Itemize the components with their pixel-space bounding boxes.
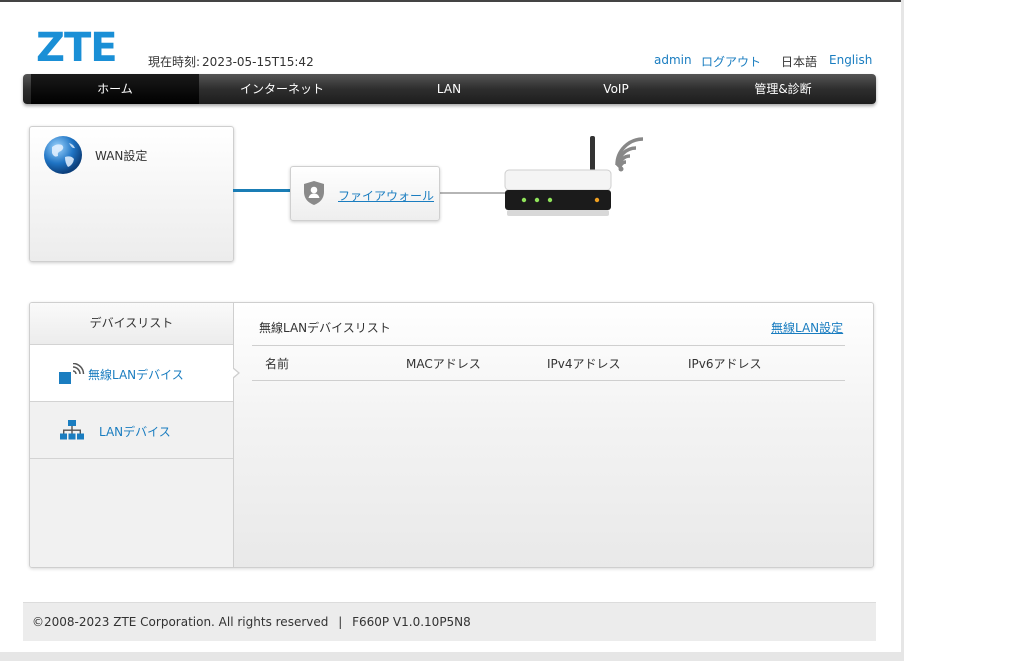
device-list-sidebar: デバイスリスト 無線LANデバイス LANデバイス <box>30 303 234 567</box>
device-list-panel: デバイスリスト 無線LANデバイス LANデバイス 無線LANデバイスリスト 無… <box>29 302 874 568</box>
router-connection-line <box>439 192 507 194</box>
current-time-label: 現在時刻: <box>148 55 201 69</box>
table-header-border <box>252 380 845 381</box>
lang-english-link[interactable]: English <box>829 53 872 67</box>
page-frame: ZTE 現在時刻: 2023-05-15T15:42 admin ログアウト 日本… <box>0 0 901 654</box>
wlan-device-list-title: 無線LANデバイスリスト <box>259 321 391 335</box>
device-list-heading: デバイスリスト <box>30 303 233 345</box>
nav-lan[interactable]: LAN <box>365 74 533 104</box>
nav-management[interactable]: 管理&診断 <box>699 74 867 104</box>
table-top-border <box>252 345 845 346</box>
sidebar-item-lan-devices[interactable]: LANデバイス <box>30 402 233 459</box>
lang-japanese[interactable]: 日本語 <box>781 53 817 70</box>
wan-connection-line <box>233 189 290 192</box>
footer-separator: | <box>338 615 343 629</box>
sidebar-item-wlan-devices[interactable]: 無線LANデバイス <box>30 345 233 402</box>
col-header-ipv4: IPv4アドレス <box>547 357 621 371</box>
footer-version: F660P V1.0.10P5N8 <box>352 615 471 629</box>
firewall-box: ファイアウォール <box>290 166 440 221</box>
footer: ©2008-2023 ZTE Corporation. All rights r… <box>23 602 876 641</box>
firewall-link[interactable]: ファイアウォール <box>338 187 434 204</box>
nav-internet[interactable]: インターネット <box>199 74 365 104</box>
username-link[interactable]: admin <box>654 53 692 67</box>
col-header-mac: MACアドレス <box>406 357 481 371</box>
footer-copyright: ©2008-2023 ZTE Corporation. All rights r… <box>32 615 329 629</box>
sidebar-item-lan-label: LANデバイス <box>99 425 171 439</box>
selected-arrow-inner <box>232 368 238 378</box>
col-header-name: 名前 <box>265 357 290 371</box>
current-time: 現在時刻: 2023-05-15T15:42 <box>148 53 314 70</box>
window-right-edge <box>901 0 904 652</box>
lan-network-icon <box>60 420 84 440</box>
current-time-value: 2023-05-15T15:42 <box>202 55 314 69</box>
window-bottom-edge <box>0 652 904 661</box>
footer-text: ©2008-2023 ZTE Corporation. All rights r… <box>32 615 471 629</box>
wan-settings-box[interactable]: WAN設定 <box>29 126 234 262</box>
nav-home[interactable]: ホーム <box>31 74 199 104</box>
logout-link[interactable]: ログアウト <box>701 53 761 70</box>
wan-settings-label: WAN設定 <box>95 149 148 163</box>
router-icon <box>504 136 644 216</box>
wlan-settings-link[interactable]: 無線LAN設定 <box>771 319 843 336</box>
globe-icon <box>44 136 82 174</box>
sidebar-item-wlan-label: 無線LANデバイス <box>88 368 184 382</box>
main-nav: ホーム インターネット LAN VoIP 管理&診断 <box>23 74 876 104</box>
wireless-device-icon <box>59 363 85 384</box>
zte-logo: ZTE <box>36 25 118 71</box>
nav-voip[interactable]: VoIP <box>533 74 699 104</box>
col-header-ipv6: IPv6アドレス <box>688 357 762 371</box>
shield-user-icon <box>304 181 324 205</box>
